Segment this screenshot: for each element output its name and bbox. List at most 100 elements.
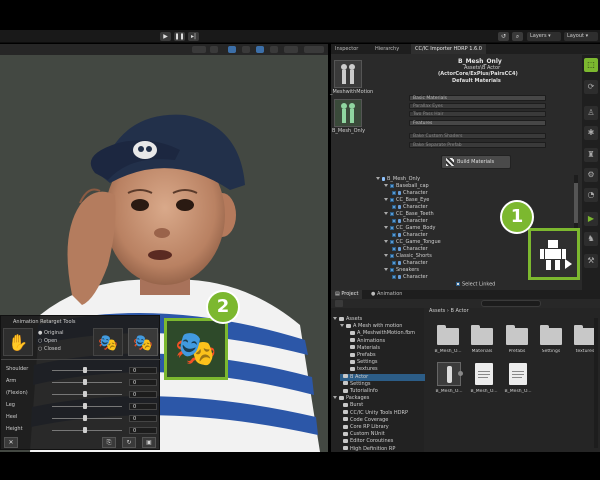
figure-icon[interactable]: ♙ [584, 106, 598, 120]
reset-icon[interactable]: ↻ [122, 437, 136, 448]
include-checkbox[interactable] [390, 197, 394, 202]
view-toggle[interactable] [210, 46, 218, 53]
facial-expression-icon[interactable]: 🎭 [128, 328, 158, 356]
tab-project[interactable]: ▤ Project [331, 290, 363, 299]
slider-shoulder[interactable] [52, 367, 122, 373]
breadcrumb-b-actor[interactable]: B Actor [450, 308, 468, 314]
expand-arrow-icon[interactable] [333, 317, 337, 320]
tree-item-node[interactable]: B_Mesh_Only [376, 176, 576, 183]
layout-dropdown[interactable]: Layout ▾ [564, 32, 598, 41]
project-tree-item[interactable]: Burst [340, 402, 433, 409]
settings-icon[interactable]: ⚒ [584, 254, 598, 268]
project-tree-item[interactable]: Settings [340, 381, 433, 388]
include-checkbox[interactable] [392, 190, 396, 195]
build-materials-button[interactable]: Build Materials [441, 155, 511, 169]
tab-hierarchy[interactable]: Hierarchy [371, 44, 403, 54]
animate-icon[interactable]: ⚙ [584, 168, 598, 182]
character-thumb-mesh-only[interactable] [334, 99, 362, 127]
audio-toggle[interactable] [242, 46, 250, 53]
project-tree-item[interactable]: A_MeshwithMotion.fbm [347, 330, 440, 337]
slider-knob[interactable] [83, 403, 87, 409]
import-icon[interactable]: ⬚ [584, 58, 598, 72]
project-tree-item[interactable]: B Actor [340, 373, 425, 381]
hand-pose-icon[interactable]: ✋ [3, 328, 33, 356]
play-icon[interactable]: ▶ [160, 32, 171, 41]
project-tree-item[interactable]: Core RP Library [340, 424, 433, 431]
tab-inspector[interactable]: Inspector [331, 44, 362, 54]
radio-closed[interactable]: ○ Closed [38, 347, 61, 352]
include-checkbox[interactable] [390, 253, 394, 258]
include-checkbox[interactable] [392, 246, 396, 251]
dropdown-two-pass-hair[interactable]: Two Pass Hair [409, 111, 546, 117]
slider-knob[interactable] [83, 391, 87, 397]
project-tree-item[interactable]: textures [347, 366, 440, 373]
refresh-icon[interactable]: ⟳ [584, 80, 598, 94]
select-linked-toggle[interactable]: Select Linked [456, 282, 495, 288]
save-icon[interactable]: ▣ [142, 437, 156, 448]
dropdown-parallax-eyes[interactable]: Parallax Eyes [409, 103, 546, 109]
slider-knob[interactable] [83, 415, 87, 421]
fx-toggle[interactable] [256, 46, 264, 53]
project-tree-item[interactable]: Settings [347, 359, 440, 366]
project-tree-item[interactable]: TutorialInfo [340, 388, 433, 395]
tree-item-mesh[interactable]: Character [392, 218, 592, 225]
project-tree-item[interactable]: Prefabs [347, 352, 440, 359]
slider-knob[interactable] [83, 379, 87, 385]
expand-arrow-icon[interactable] [384, 212, 388, 215]
include-checkbox[interactable] [390, 239, 394, 244]
expand-arrow-icon[interactable] [384, 268, 388, 271]
include-checkbox[interactable] [392, 232, 396, 237]
character-thumb-motion[interactable] [334, 60, 362, 88]
project-tree-item[interactable]: CC/IC Unity Tools HDRP [340, 410, 433, 417]
include-checkbox[interactable] [390, 225, 394, 230]
callout-facial-expression-box[interactable]: 🎭 [164, 318, 228, 380]
dropdown-basic-materials[interactable]: Basic Materials [409, 95, 546, 101]
project-tree-item[interactable]: Packages [333, 395, 426, 402]
value-arm[interactable]: 0 [129, 379, 157, 386]
project-tree-item[interactable]: Materials [347, 345, 440, 352]
face-mask-icon[interactable]: 🎭 [93, 328, 123, 356]
tree-item-mesh[interactable]: Character [392, 204, 592, 211]
gizmo-toggle[interactable] [192, 46, 206, 53]
dropdown-features[interactable]: Features [409, 120, 546, 126]
breadcrumb-assets[interactable]: Assets [429, 308, 445, 314]
play-animation-icon[interactable]: ▶ [584, 212, 598, 226]
tree-item-node[interactable]: CC_Base_Eye [384, 197, 584, 204]
value-shoulder[interactable]: 0 [129, 367, 157, 374]
radio-original[interactable]: ● Original [38, 331, 64, 336]
pose-icon[interactable]: ♜ [584, 148, 598, 162]
hidden-toggle[interactable] [270, 46, 278, 53]
walk-icon[interactable]: ♞ [584, 232, 598, 246]
expand-arrow-icon[interactable] [384, 198, 388, 201]
toggle-bake-separate-prefab[interactable]: Bake Separate Prefab [409, 142, 546, 148]
asset-grid-scrollbar[interactable] [594, 318, 598, 448]
include-checkbox[interactable] [390, 211, 394, 216]
expand-arrow-icon[interactable] [384, 240, 388, 243]
scrollbar-thumb[interactable] [574, 183, 578, 223]
expand-arrow-icon[interactable] [384, 226, 388, 229]
slider-heel[interactable] [52, 415, 122, 421]
tree-item-node[interactable]: Baseball_cap [384, 183, 584, 190]
expand-arrow-icon[interactable] [384, 254, 388, 257]
slider-leg[interactable] [52, 403, 122, 409]
save-pose-icon[interactable]: ⎘ [102, 437, 116, 448]
include-checkbox[interactable] [392, 218, 396, 223]
expand-arrow-icon[interactable] [333, 396, 337, 400]
project-tree-item[interactable]: Editor Coroutines [340, 438, 433, 445]
include-checkbox[interactable] [390, 183, 394, 188]
radio-open[interactable]: ○ Open [38, 339, 57, 344]
project-tree-item[interactable]: Code Coverage [340, 417, 433, 424]
expand-arrow-icon[interactable] [384, 184, 388, 187]
expand-arrow-icon[interactable] [376, 177, 380, 180]
value-leg[interactable]: 0 [129, 403, 157, 410]
close-button[interactable]: ✕ [4, 437, 18, 448]
tree-item-node[interactable]: CC_Base_Teeth [384, 211, 584, 218]
search-icon[interactable]: ⌕ [512, 32, 523, 41]
project-search-input[interactable] [481, 300, 541, 307]
project-tree-item[interactable]: Animations [347, 338, 440, 345]
value-heel[interactable]: 0 [129, 415, 157, 422]
expand-asset-icon[interactable] [458, 371, 463, 376]
slider-arm[interactable] [52, 379, 122, 385]
pause-icon[interactable]: ❚❚ [174, 32, 185, 41]
callout-character-box[interactable] [528, 228, 580, 280]
